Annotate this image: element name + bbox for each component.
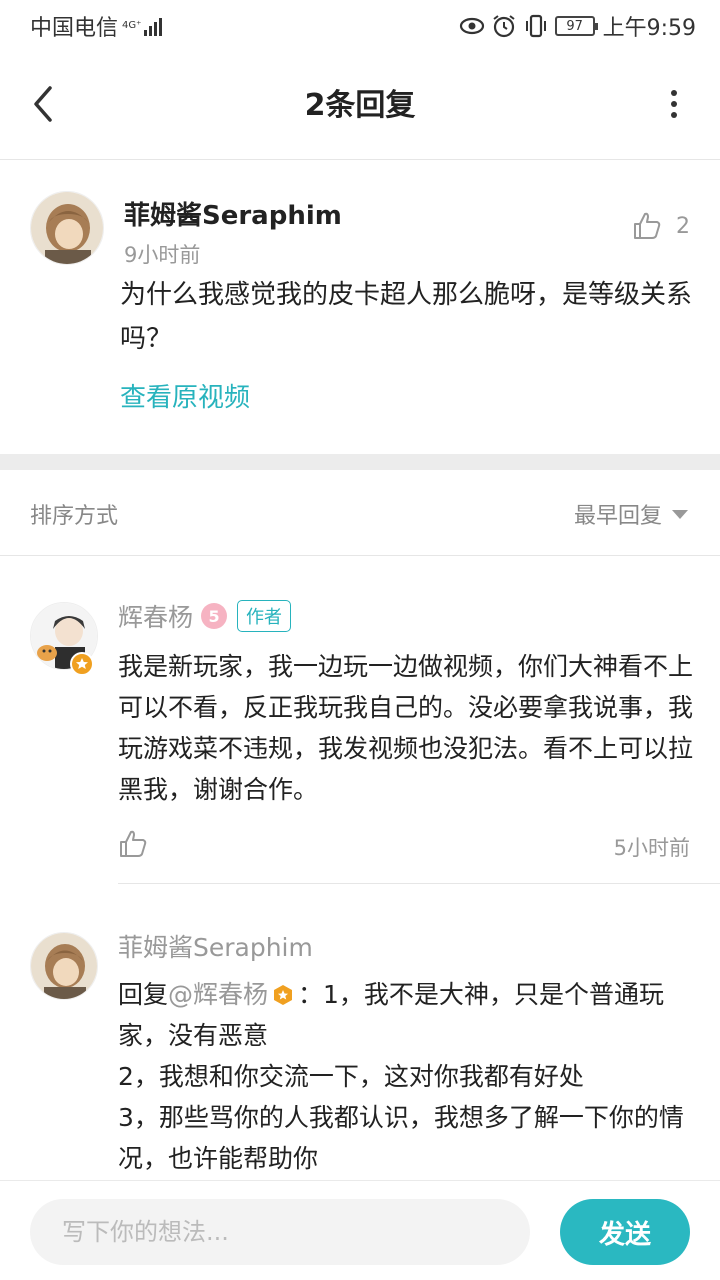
status-left: 中国电信 4G⁺	[30, 10, 164, 42]
chevron-down-icon	[672, 509, 688, 519]
reply-author: 菲姆酱Seraphim	[118, 928, 313, 964]
signal-icon	[144, 16, 164, 36]
comment-input[interactable]	[30, 1199, 530, 1265]
reply-text: 回复@辉春杨 ：1，我不是大神，只是个普通玩家，没有恶意 2，我想和你交流一下，这…	[118, 974, 696, 1179]
avatar-image	[31, 192, 103, 264]
eye-icon	[459, 17, 484, 35]
comment-input-bar: 发送	[0, 1180, 720, 1280]
alarm-icon	[492, 15, 515, 38]
reply-author-name[interactable]: 菲姆酱Seraphim	[118, 928, 313, 964]
comment-author-name[interactable]: 菲姆酱Seraphim	[124, 195, 342, 232]
battery-indicator: 97	[554, 16, 598, 36]
network-type: 4G⁺	[122, 20, 142, 31]
level-badge: 5	[201, 603, 228, 629]
top-app-bar: 2条回复	[0, 50, 720, 160]
mention-link[interactable]: @辉春杨	[168, 980, 268, 1009]
view-original-video-link[interactable]: 查看原视频	[120, 377, 250, 414]
reply-item: 菲姆酱Seraphim 回复@辉春杨 ：1，我不是大神，只是个普通玩家，没有恶意 …	[0, 884, 720, 1180]
like-count: 2	[676, 213, 690, 239]
vip-badge-icon	[274, 985, 293, 1005]
avatar-image	[31, 933, 97, 999]
reply-author: 辉春杨 5 作者	[118, 598, 292, 634]
reply-prefix: 回复	[118, 980, 169, 1009]
status-bar: 中国电信 4G⁺ 97 上午9:59	[0, 0, 720, 50]
original-comment: 菲姆酱Seraphim 9小时前 2 为什么我感觉我的皮卡超人那么脆呀，是等级关…	[0, 161, 720, 454]
thumbs-up-icon[interactable]	[118, 828, 148, 860]
section-divider	[0, 454, 720, 470]
reply-author-name[interactable]: 辉春杨	[118, 598, 193, 634]
reply-line-3: 3，那些骂你的人我都认识，我想多了解一下你的情况，也许能帮助你	[118, 1103, 684, 1173]
sort-bar: 排序方式 最早回复	[0, 470, 720, 556]
page-title: 2条回复	[304, 88, 416, 123]
sort-dropdown[interactable]: 最早回复	[574, 498, 688, 530]
avatar[interactable]	[30, 932, 98, 1000]
carrier-name: 中国电信	[30, 16, 119, 41]
reply-text: 我是新玩家，我一边玩一边做视频，你们大神看不上可以不看，反正我玩我自己的。没必要…	[118, 652, 694, 804]
vip-badge-icon	[70, 652, 94, 676]
more-options-icon[interactable]	[668, 88, 680, 120]
avatar[interactable]	[30, 191, 104, 265]
comment-text: 为什么我感觉我的皮卡超人那么脆呀，是等级关系吗？	[120, 280, 693, 354]
sort-label: 排序方式	[30, 504, 119, 529]
reply-item: 辉春杨 5 作者 我是新玩家，我一边玩一边做视频，你们大神看不上可以不看，反正我…	[0, 556, 720, 884]
author-tag: 作者	[237, 600, 292, 632]
clock: 上午9:59	[602, 16, 696, 41]
status-right: 97 上午9:59	[459, 10, 696, 42]
like-button[interactable]: 2	[632, 211, 690, 241]
thumbs-up-icon	[634, 212, 661, 239]
comment-time: 9小时前	[124, 243, 201, 267]
send-button[interactable]: 发送	[560, 1199, 690, 1265]
sort-selected-value: 最早回复	[573, 504, 662, 529]
reply-line-2: 2，我想和你交流一下，这对你我都有好处	[118, 1062, 584, 1091]
reply-time: 5小时前	[613, 836, 690, 860]
vibrate-icon	[525, 14, 546, 38]
